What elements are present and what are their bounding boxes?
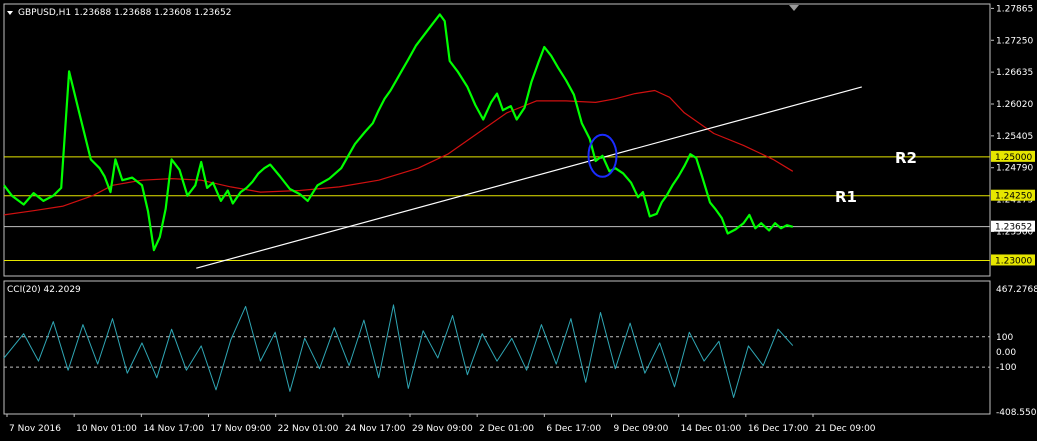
time-tick-label-8: 6 Dec 17:00: [546, 424, 601, 434]
price-tag-label-0: 1.25000: [995, 153, 1032, 163]
time-tick-label-1: 10 Nov 01:00: [76, 424, 137, 434]
time-tick-label-12: 21 Dec 09:00: [815, 424, 876, 434]
chart-canvas: 1.27865 1.27250 1.26635 1.26020 1.25405 1.247…: [0, 0, 1037, 441]
price-tag-label-1: 1.24250: [995, 192, 1032, 202]
time-tick-label-2: 14 Nov 17:00: [143, 424, 204, 434]
cci-tick-label-4: -408.5508: [996, 408, 1037, 418]
annotation-r1: R1: [835, 188, 857, 206]
price-tick-label-1: 1.27250: [996, 36, 1033, 46]
time-tick-label-9: 9 Dec 09:00: [614, 424, 669, 434]
ohlc-values: 1.23688 1.23688 1.23608 1.23652: [74, 8, 231, 18]
cci-tick-label-3: -100: [996, 363, 1017, 373]
time-tick-label-11: 16 Dec 17:00: [748, 424, 809, 434]
time-tick-label-0: 7 Nov 2016: [9, 424, 61, 434]
time-tick-label-4: 22 Nov 01:00: [278, 424, 339, 434]
cci-label: CCI(20) 42.2029: [7, 285, 81, 295]
time-tick-label-10: 14 Dec 01:00: [681, 424, 742, 434]
time-tick-label-6: 29 Nov 09:00: [412, 424, 473, 434]
time-tick-label-5: 24 Nov 17:00: [345, 424, 406, 434]
price-tick-label-0: 1.27865: [996, 4, 1033, 14]
price-tick-label-4: 1.25405: [996, 132, 1033, 142]
cci-tick-label-1: 100: [996, 333, 1013, 343]
time-tick-label-3: 17 Nov 09:00: [211, 424, 272, 434]
price-tag-label-2: 1.23652: [995, 223, 1032, 233]
price-tick-label-3: 1.26020: [996, 100, 1033, 110]
time-tick-label-7: 2 Dec 01:00: [479, 424, 534, 434]
symbol-label: GBPUSD,H1: [18, 8, 71, 18]
price-tick-label-5: 1.24790: [996, 164, 1033, 174]
price-tag-label-3: 1.23000: [995, 256, 1032, 266]
cci-tick-label-0: 467.2768: [996, 285, 1037, 295]
cci-tick-label-2: 0.00: [996, 348, 1016, 358]
price-tick-label-2: 1.26635: [996, 68, 1033, 78]
annotation-r2: R2: [895, 149, 917, 167]
